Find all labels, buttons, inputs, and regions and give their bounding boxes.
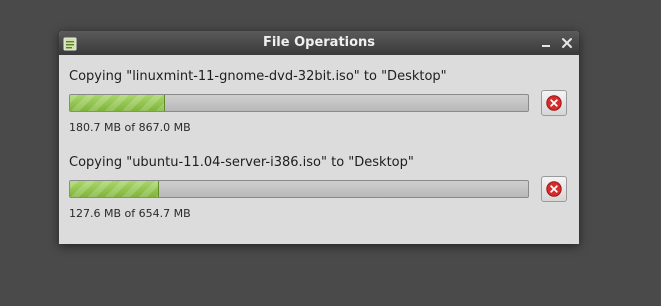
titlebar[interactable]: File Operations <box>59 31 579 55</box>
progress-bar <box>69 180 529 198</box>
minimize-icon[interactable] <box>539 35 553 49</box>
operation-label: Copying "linuxmint-11-gnome-dvd-32bit.is… <box>69 69 447 84</box>
progress-fill <box>70 95 166 111</box>
progress-bar <box>69 94 529 112</box>
cancel-icon <box>546 95 562 111</box>
close-icon[interactable] <box>560 35 574 49</box>
cancel-button[interactable] <box>541 90 567 116</box>
operation-label: Copying "ubuntu-11.04-server-i386.iso" t… <box>69 155 414 170</box>
progress-fill <box>70 181 160 197</box>
window-title: File Operations <box>262 35 376 50</box>
transfer-size-text: 180.7 MB of 867.0 MB <box>69 121 191 134</box>
transfer-size-text: 127.6 MB of 654.7 MB <box>69 207 191 220</box>
cancel-icon <box>546 181 562 197</box>
file-operations-window: File Operations Copying "linuxmint-11-gn… <box>59 31 579 244</box>
cancel-button[interactable] <box>541 176 567 202</box>
